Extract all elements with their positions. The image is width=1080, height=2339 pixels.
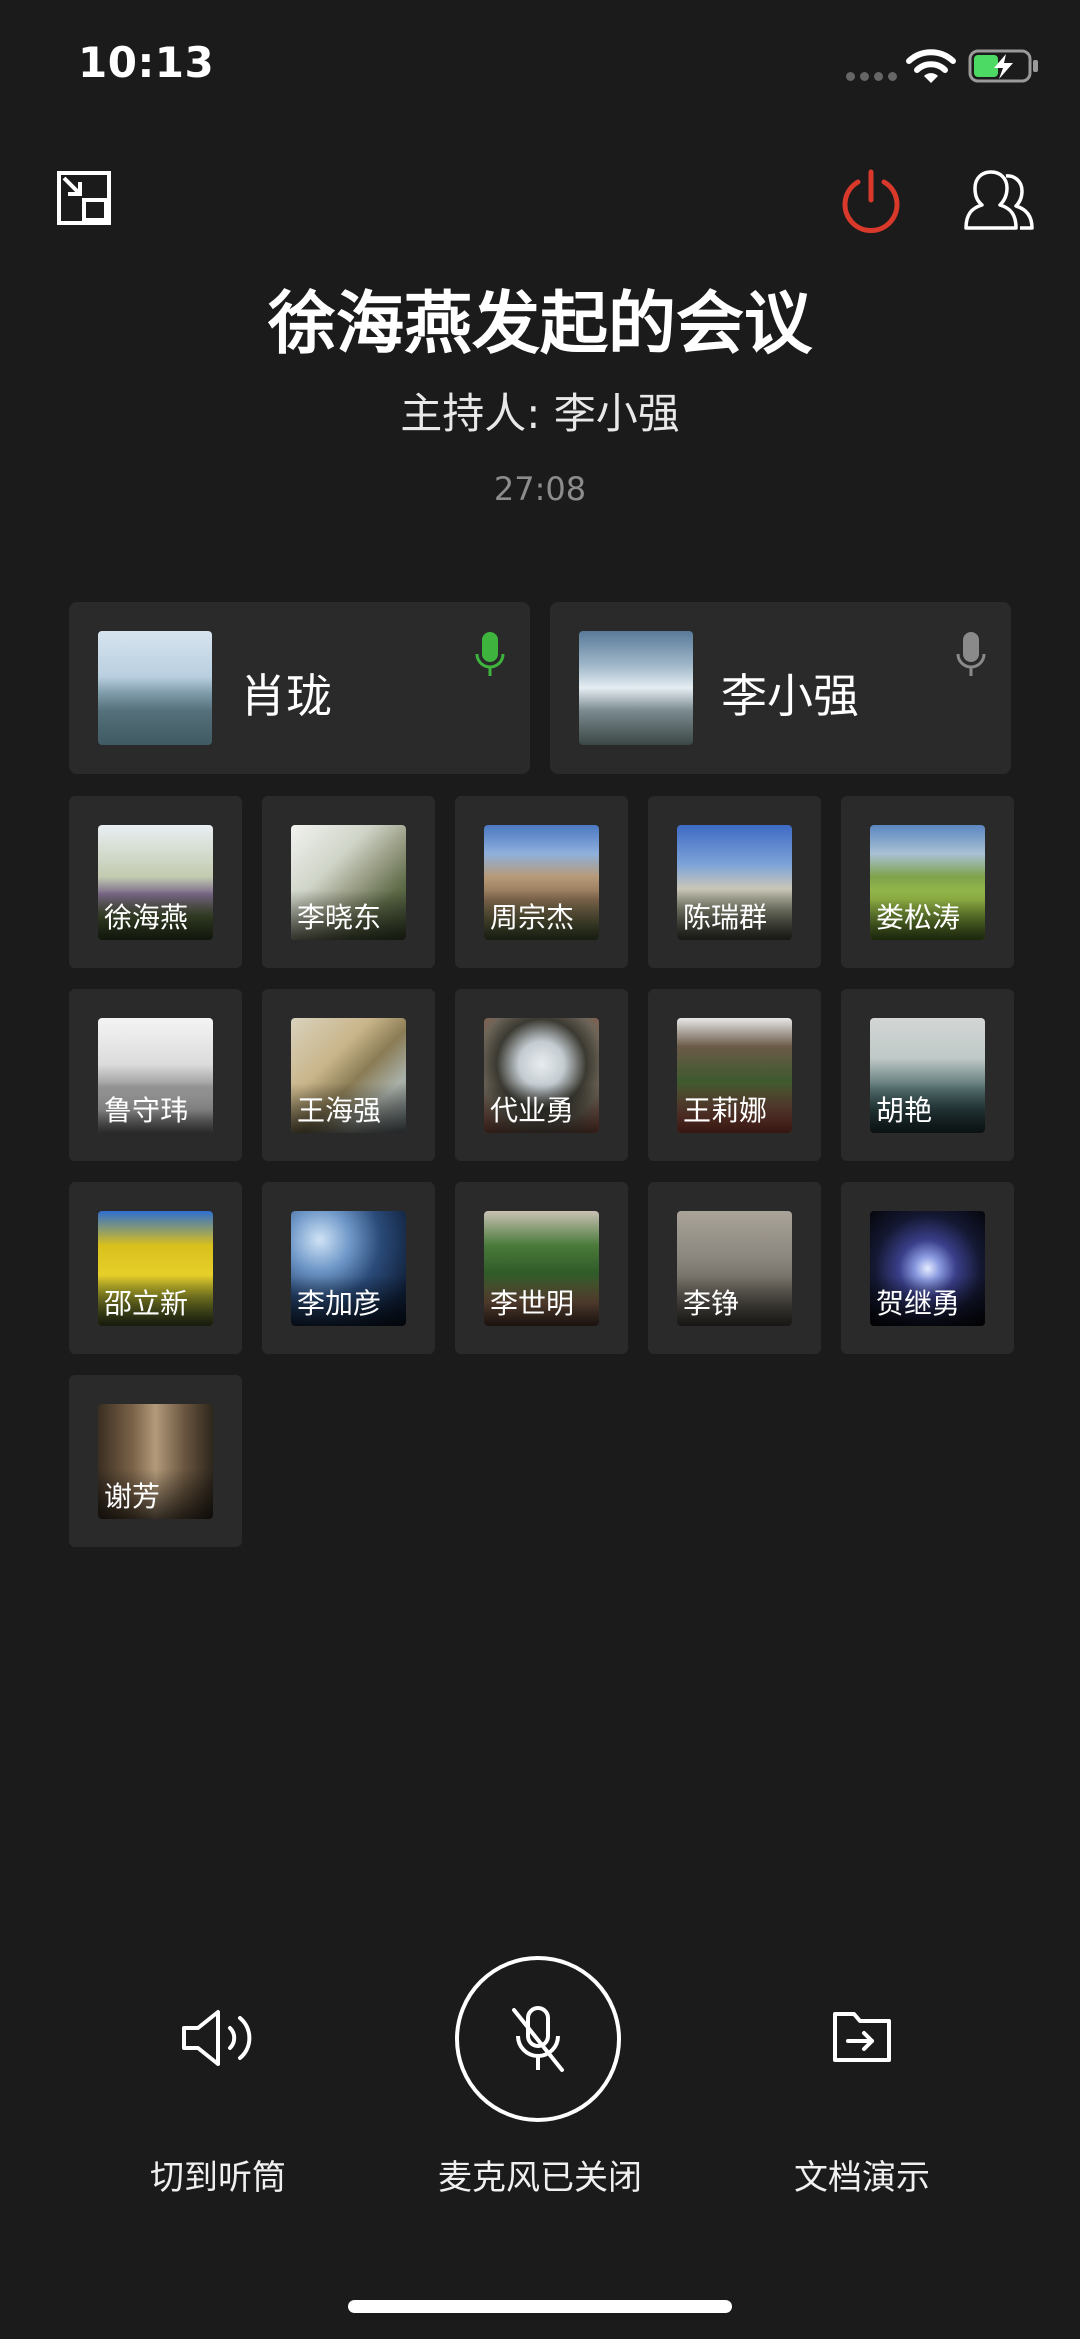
participant-tile[interactable]: 周宗杰 bbox=[455, 796, 628, 968]
participant-tile[interactable]: 王莉娜 bbox=[648, 989, 821, 1161]
avatar: 贺继勇 bbox=[870, 1211, 985, 1326]
avatar: 周宗杰 bbox=[484, 825, 599, 940]
status-time: 10:13 bbox=[78, 38, 215, 87]
participant-name: 陈瑞群 bbox=[683, 901, 768, 934]
cellular-signal-icon bbox=[846, 72, 898, 82]
avatar: 李加彦 bbox=[291, 1211, 406, 1326]
avatar: 李世明 bbox=[484, 1211, 599, 1326]
participant-name: 王莉娜 bbox=[683, 1094, 768, 1127]
avatar: 谢芳 bbox=[98, 1404, 213, 1519]
participant-name: 李世明 bbox=[490, 1287, 575, 1320]
avatar: 娄松涛 bbox=[870, 825, 985, 940]
participant-tile[interactable]: 代业勇 bbox=[455, 989, 628, 1161]
participant-tile[interactable]: 谢芳 bbox=[69, 1375, 242, 1547]
participant-tile[interactable]: 李世明 bbox=[455, 1182, 628, 1354]
participant-tile[interactable]: 贺继勇 bbox=[841, 1182, 1014, 1354]
avatar: 王海强 bbox=[291, 1018, 406, 1133]
participant-tile[interactable]: 陈瑞群 bbox=[648, 796, 821, 968]
participant-name: 李晓东 bbox=[297, 901, 382, 934]
avatar bbox=[98, 631, 212, 745]
switch-to-earpiece-label: 切到听筒 bbox=[150, 2158, 286, 2198]
participant-name: 邵立新 bbox=[104, 1287, 189, 1320]
participant-name: 谢芳 bbox=[104, 1480, 161, 1513]
bottom-controls: 切到听筒 麦克风已关闭 文档演示 bbox=[0, 1956, 1080, 2206]
meeting-timer: 27:08 bbox=[493, 470, 587, 508]
participant-name: 李加彦 bbox=[297, 1287, 382, 1320]
battery-charging-icon bbox=[968, 49, 1038, 83]
wifi-icon bbox=[906, 49, 956, 83]
mic-toggle-button[interactable]: 麦克风已关闭 bbox=[390, 1956, 690, 2206]
speaker-name: 肖珑 bbox=[240, 669, 332, 723]
mic-off-icon bbox=[512, 2006, 564, 2072]
participant-name: 王海强 bbox=[297, 1094, 382, 1127]
participants-icon[interactable] bbox=[962, 170, 1036, 232]
mic-active-icon bbox=[475, 632, 505, 676]
participant-name: 贺继勇 bbox=[876, 1287, 961, 1320]
participant-name: 周宗杰 bbox=[490, 901, 575, 934]
participant-tile[interactable]: 胡艳 bbox=[841, 989, 1014, 1161]
speaker-card[interactable]: 李小强 bbox=[550, 602, 1011, 774]
participant-tile[interactable]: 李加彦 bbox=[262, 1182, 435, 1354]
avatar: 李铮 bbox=[677, 1211, 792, 1326]
participant-name: 娄松涛 bbox=[876, 901, 961, 934]
status-bar: 10:13 bbox=[0, 0, 1080, 130]
avatar: 陈瑞群 bbox=[677, 825, 792, 940]
document-presentation-label: 文档演示 bbox=[794, 2158, 930, 2198]
speaker-icon bbox=[182, 2010, 252, 2066]
participant-tile[interactable]: 邵立新 bbox=[69, 1182, 242, 1354]
avatar: 王莉娜 bbox=[677, 1018, 792, 1133]
participant-tile[interactable]: 徐海燕 bbox=[69, 796, 242, 968]
avatar: 李晓东 bbox=[291, 825, 406, 940]
participant-name: 李铮 bbox=[683, 1287, 740, 1320]
meeting-host: 主持人: 李小强 bbox=[400, 389, 680, 438]
avatar: 鲁守玮 bbox=[98, 1018, 213, 1133]
mic-status-label: 麦克风已关闭 bbox=[438, 2158, 642, 2198]
participant-tile[interactable]: 鲁守玮 bbox=[69, 989, 242, 1161]
avatar: 代业勇 bbox=[484, 1018, 599, 1133]
folder-share-icon bbox=[833, 2012, 891, 2062]
avatar: 徐海燕 bbox=[98, 825, 213, 940]
speaker-name: 李小强 bbox=[721, 669, 859, 723]
minimize-window-icon[interactable] bbox=[56, 170, 112, 226]
power-end-meeting-icon[interactable] bbox=[838, 168, 904, 234]
participant-tile[interactable]: 王海强 bbox=[262, 989, 435, 1161]
avatar: 邵立新 bbox=[98, 1211, 213, 1326]
avatar bbox=[579, 631, 693, 745]
switch-to-earpiece-button[interactable]: 切到听筒 bbox=[68, 1956, 368, 2206]
participant-name: 代业勇 bbox=[490, 1094, 575, 1127]
participant-name: 胡艳 bbox=[876, 1094, 933, 1127]
home-indicator[interactable] bbox=[348, 2300, 732, 2313]
avatar: 胡艳 bbox=[870, 1018, 985, 1133]
participant-tile[interactable]: 李铮 bbox=[648, 1182, 821, 1354]
participant-name: 徐海燕 bbox=[104, 901, 189, 934]
participant-tile[interactable]: 李晓东 bbox=[262, 796, 435, 968]
participant-tile[interactable]: 娄松涛 bbox=[841, 796, 1014, 968]
document-presentation-button[interactable]: 文档演示 bbox=[712, 1956, 1012, 2206]
mic-idle-icon bbox=[956, 632, 986, 676]
meeting-title: 徐海燕发起的会议 bbox=[267, 285, 812, 364]
speaker-card[interactable]: 肖珑 bbox=[69, 602, 530, 774]
participant-name: 鲁守玮 bbox=[104, 1094, 189, 1127]
